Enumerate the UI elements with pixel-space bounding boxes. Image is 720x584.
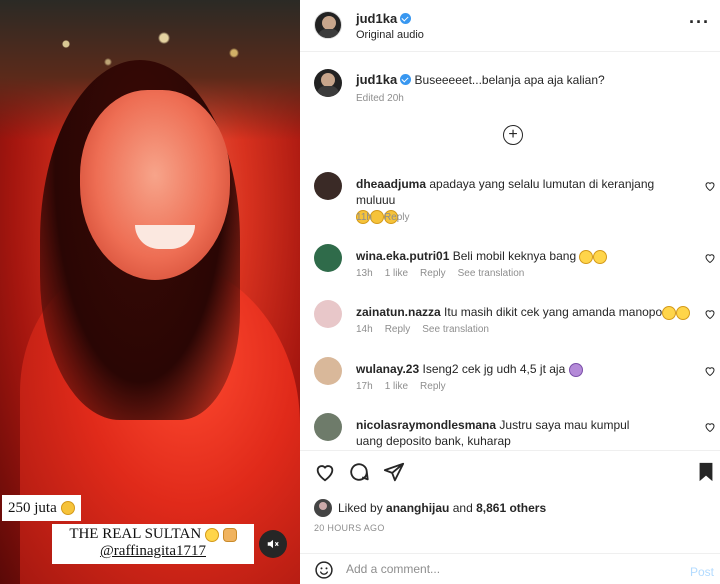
comment-avatar[interactable] (314, 244, 342, 272)
comment-line: nicolasraymondlesmana Justru saya mau ku… (356, 417, 656, 449)
comment-item: nicolasraymondlesmana Justru saya mau ku… (300, 413, 720, 449)
like-comment-heart-icon[interactable] (704, 308, 716, 320)
liker-username[interactable]: ananghijau (386, 501, 449, 515)
comment-text: Itu masih dikit cek yang amanda manopo (444, 305, 663, 319)
title-sticker-text: THE REAL SULTAN (69, 526, 202, 542)
caption-time[interactable]: 20h (387, 93, 404, 104)
liker-avatar[interactable] (314, 499, 332, 517)
save-bookmark-icon[interactable] (695, 461, 717, 483)
author-username-row: jud1ka (356, 11, 412, 26)
comment-username[interactable]: zainatun.nazza (356, 305, 441, 319)
post-actions-bar (300, 450, 720, 492)
like-comment-heart-icon[interactable] (704, 421, 716, 433)
add-comment-bar: Post (300, 553, 720, 584)
amount-sticker-text: 250 juta (8, 499, 57, 516)
author-username[interactable]: jud1ka (356, 11, 397, 26)
emoji-picker-icon[interactable] (314, 560, 334, 580)
comment-bubble-icon[interactable] (348, 461, 370, 483)
caption-meta: Edited 20h (356, 93, 404, 104)
crying-laughing-emoji-icon (676, 305, 691, 320)
title-sticker: THE REAL SULTAN @raffinagita1717 (52, 524, 254, 564)
comment-meta: 17h 1 like Reply (356, 381, 446, 392)
comment-username[interactable]: wina.eka.putri01 (356, 249, 449, 263)
caption-line: jud1ka Buseeeeet...belanja apa aja kalia… (356, 72, 605, 87)
speaker-muted-icon (267, 539, 279, 549)
reply-button[interactable]: Reply (384, 212, 410, 223)
comment-time[interactable]: 17h (356, 381, 373, 392)
likes-count-link[interactable]: 8,861 others (476, 501, 546, 515)
reply-button[interactable]: Reply (385, 324, 411, 335)
crying-laughing-emoji-icon (593, 249, 608, 264)
like-comment-heart-icon[interactable] (704, 180, 716, 192)
like-comment-heart-icon[interactable] (704, 252, 716, 264)
load-more-comments-button[interactable]: + (503, 125, 523, 145)
amount-sticker: 250 juta (2, 495, 81, 521)
comment-username[interactable]: wulanay.23 (356, 362, 419, 376)
comment-likes[interactable]: 1 like (385, 268, 408, 279)
comment-meta: 13h 1 like Reply See translation (356, 268, 524, 279)
comment-input[interactable] (346, 558, 666, 580)
verified-badge-icon (400, 13, 412, 24)
mention-sticker-text: @raffinagita1717 (99, 543, 206, 559)
like-heart-icon[interactable] (314, 461, 336, 483)
comment-text: Beli mobil keknya bang (452, 249, 577, 263)
comment-time[interactable]: 14h (356, 324, 373, 335)
comment-likes[interactable]: 1 like (385, 381, 408, 392)
caption-text: Buseeeeet...belanja apa aja kalian? (414, 73, 605, 87)
caption-username[interactable]: jud1ka (356, 72, 397, 87)
mute-toggle-button[interactable] (259, 530, 287, 558)
comment-avatar[interactable] (314, 357, 342, 385)
comment-time[interactable]: 11h (356, 212, 372, 223)
post-media[interactable]: 250 juta THE REAL SULTAN @raffinagita171… (0, 0, 300, 584)
post-timestamp[interactable]: 20 HOURS AGO (314, 523, 385, 533)
post-details-panel: jud1ka Original audio ··· jud1ka Buseeee… (300, 0, 720, 584)
see-translation-button[interactable]: See translation (458, 268, 525, 279)
comment-line: wina.eka.putri01 Beli mobil keknya bang (356, 248, 696, 264)
plus-circle-icon: + (508, 126, 518, 143)
person-emoji-icon (568, 362, 583, 377)
like-comment-heart-icon[interactable] (704, 365, 716, 377)
comment-line: wulanay.23 Iseng2 cek jg udh 4,5 jt aja (356, 361, 696, 377)
verified-badge-icon (400, 74, 412, 85)
comment-avatar[interactable] (314, 413, 342, 441)
comment-time[interactable]: 13h (356, 268, 373, 279)
author-avatar[interactable] (314, 11, 342, 39)
comment-username[interactable]: nicolasraymondlesmana (356, 418, 496, 432)
comment-avatar[interactable] (314, 172, 342, 200)
comment-avatar[interactable] (314, 300, 342, 328)
crying-laughing-emoji-icon (204, 527, 219, 542)
comment-meta: 11h Reply (356, 212, 410, 223)
post-header: jud1ka Original audio ··· (300, 0, 720, 52)
original-audio-link[interactable]: Original audio (356, 29, 424, 41)
comment-line: zainatun.nazza Itu masih dikit cek yang … (356, 304, 696, 320)
post-comment-button[interactable]: Post (690, 565, 714, 579)
flushed-face-emoji-icon (60, 501, 75, 515)
likes-summary: Liked by ananghijau and 8,861 others (314, 497, 546, 519)
praying-hands-emoji-icon (222, 527, 237, 542)
share-paper-plane-icon[interactable] (383, 461, 405, 483)
liked-by-prefix: Liked by (338, 501, 383, 515)
post-caption: jud1ka Buseeeeet...belanja apa aja kalia… (300, 62, 720, 112)
media-subject-face (80, 90, 230, 280)
crying-laughing-emoji-icon (662, 305, 677, 320)
comment-meta: 14h Reply See translation (356, 324, 489, 335)
reply-button[interactable]: Reply (420, 381, 446, 392)
reply-button[interactable]: Reply (420, 268, 446, 279)
comment-username[interactable]: dheaadjuma (356, 177, 426, 191)
liked-by-and: and (452, 501, 473, 515)
caption-avatar[interactable] (314, 69, 342, 97)
see-translation-button[interactable]: See translation (422, 324, 489, 335)
more-options-icon[interactable]: ··· (689, 12, 710, 33)
crying-laughing-emoji-icon (579, 249, 594, 264)
comment-text: Iseng2 cek jg udh 4,5 jt aja (422, 362, 566, 376)
edited-label: Edited (356, 93, 385, 104)
